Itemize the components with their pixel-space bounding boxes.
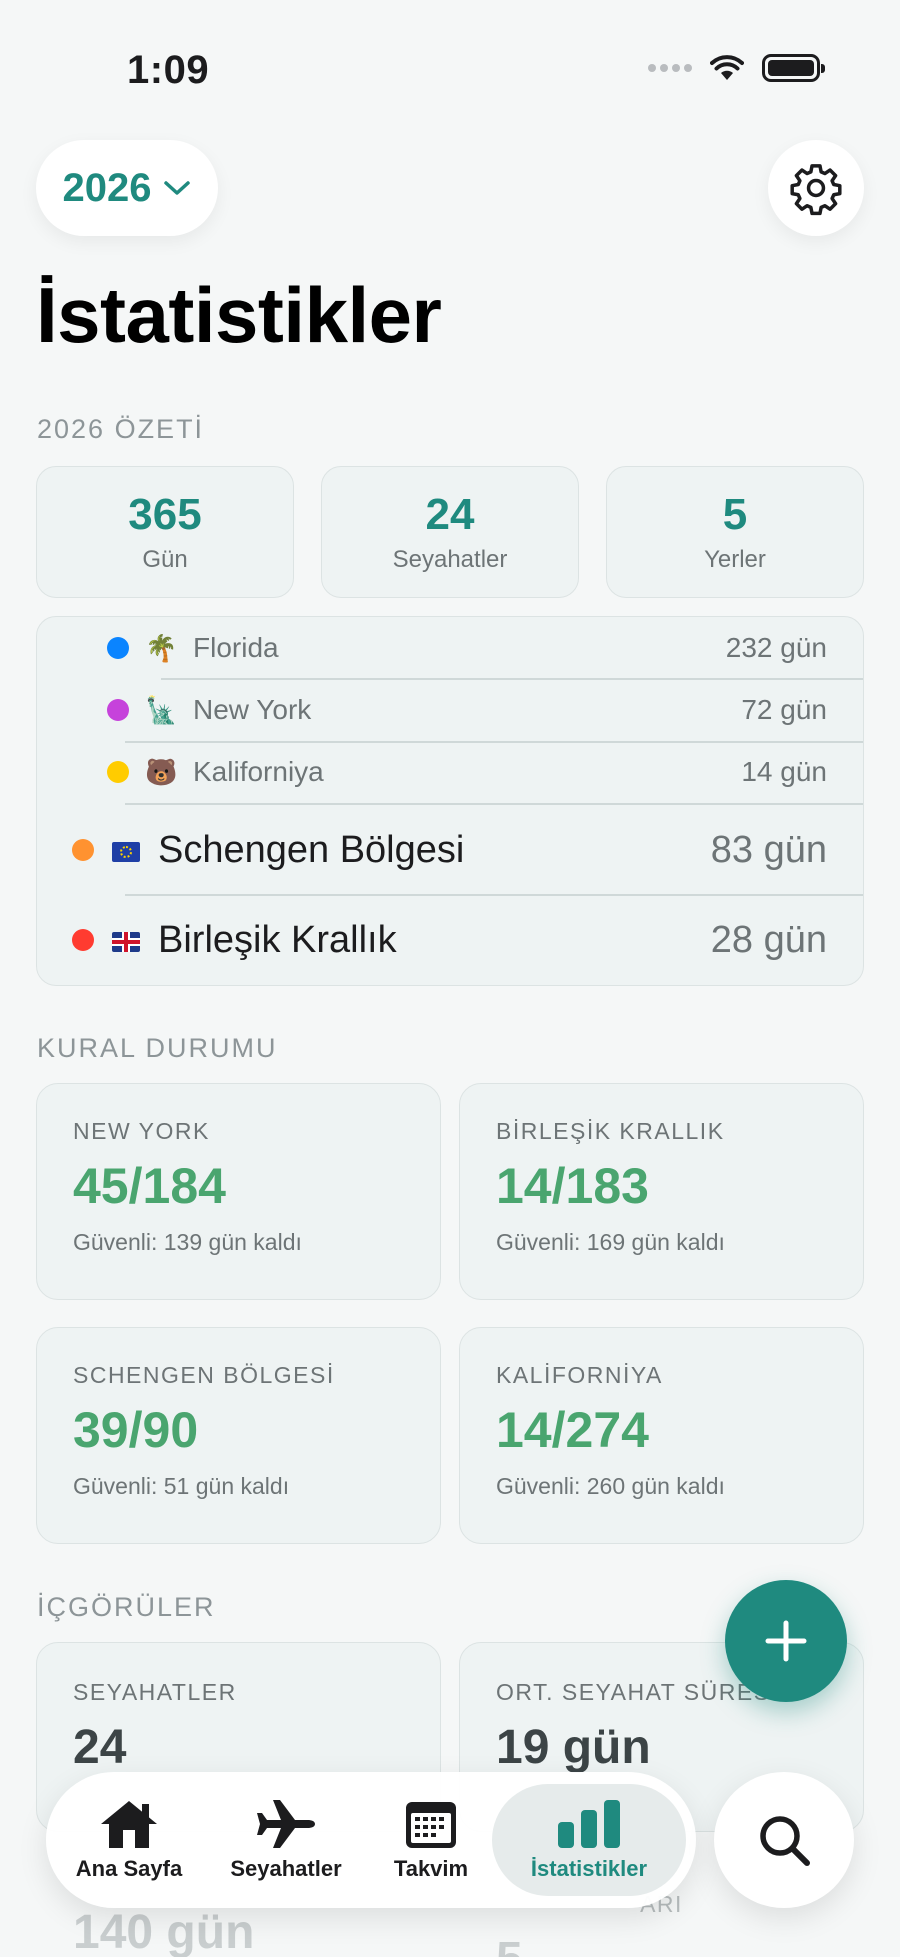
summary-value: 24	[425, 490, 475, 539]
cellular-signal-icon	[648, 64, 692, 72]
rule-card-uk[interactable]: BİRLEŞİK KRALLIK 14/183 Güvenli: 169 gün…	[459, 1083, 864, 1300]
airplane-icon	[257, 1800, 315, 1848]
place-days: 14 gün	[741, 756, 827, 787]
place-row-schengen[interactable]: Schengen Bölgesi 83 gün	[72, 805, 827, 895]
place-row-new-york[interactable]: 🗽 New York 72 gün	[107, 679, 827, 741]
rule-name: KALİFORNİYA	[496, 1362, 663, 1388]
status-time: 1:09	[127, 48, 210, 92]
place-row-kaliforniya[interactable]: 🐻 Kaliforniya 14 gün	[107, 741, 827, 803]
tab-label: Takvim	[393, 1856, 469, 1881]
color-dot	[72, 839, 94, 861]
rule-note: Güvenli: 260 gün kaldı	[496, 1473, 725, 1499]
palm-tree-icon: 🌴	[145, 632, 178, 663]
calendar-icon	[406, 1802, 456, 1848]
place-days: 28 gün	[710, 918, 827, 961]
wifi-icon	[710, 55, 744, 80]
eu-flag-icon	[110, 835, 142, 866]
rule-value: 45/184	[73, 1158, 226, 1214]
insight-value: 19 gün	[496, 1721, 651, 1774]
summary-value: 5	[722, 490, 748, 539]
rule-card-schengen[interactable]: SCHENGEN BÖLGESİ 39/90 Güvenli: 51 gün k…	[36, 1327, 441, 1544]
color-dot	[107, 699, 129, 721]
insight-value: 5	[496, 1932, 827, 1957]
rule-name: NEW YORK	[73, 1118, 210, 1144]
place-row-florida[interactable]: 🌴 Florida 232 gün	[107, 617, 827, 679]
year-picker-label: 2026	[62, 165, 152, 210]
battery-icon	[762, 54, 825, 82]
bear-icon: 🐻	[145, 756, 178, 787]
tab-bar: Ana Sayfa Seyahatler Takvim İstatistikle…	[46, 1772, 696, 1908]
page-title: İstatistikler	[36, 271, 442, 359]
search-button[interactable]	[714, 1772, 854, 1908]
rule-card-new-york[interactable]: NEW YORK 45/184 Güvenli: 139 gün kaldı	[36, 1083, 441, 1300]
place-name: New York	[193, 694, 312, 725]
gear-icon	[790, 164, 842, 216]
summary-value: 365	[128, 490, 202, 539]
tab-home[interactable]: Ana Sayfa	[64, 1784, 194, 1896]
color-dot	[72, 929, 94, 951]
year-picker[interactable]: 2026	[36, 140, 218, 236]
tab-statistics[interactable]: İstatistikler	[492, 1784, 686, 1896]
place-name: Birleşik Krallık	[158, 918, 397, 961]
rule-value: 14/183	[496, 1158, 649, 1214]
place-days: 232 gün	[725, 632, 827, 663]
place-name: Florida	[193, 632, 279, 663]
summary-card-places: 5 Yerler	[606, 466, 864, 598]
house-icon	[101, 1801, 157, 1848]
place-name: Schengen Bölgesi	[158, 828, 465, 871]
color-dot	[107, 761, 129, 783]
summary-label: Gün	[142, 546, 188, 573]
insights-section-label: İÇGÖRÜLER	[37, 1592, 216, 1622]
rule-value: 39/90	[73, 1402, 199, 1458]
insight-value: 140 gün	[73, 1906, 255, 1957]
bar-chart-icon	[558, 1800, 620, 1848]
place-row-uk[interactable]: Birleşik Krallık 28 gün	[72, 895, 827, 985]
rule-note: Güvenli: 169 gün kaldı	[496, 1229, 725, 1255]
rule-value: 14/274	[496, 1402, 649, 1458]
status-icons	[648, 54, 825, 82]
summary-card-trips: 24 Seyahatler	[321, 466, 579, 598]
place-days: 72 gün	[741, 694, 827, 725]
place-name: Kaliforniya	[193, 756, 324, 787]
insight-value: 24	[73, 1721, 127, 1774]
tab-label: Ana Sayfa	[75, 1856, 183, 1881]
summary-label: Seyahatler	[392, 546, 508, 573]
places-breakdown-card: 🌴 Florida 232 gün 🗽 New York 72 gün 🐻 Ka…	[36, 616, 864, 986]
summary-label: Yerler	[704, 546, 766, 573]
uk-flag-icon	[110, 925, 142, 956]
rule-note: Güvenli: 51 gün kaldı	[73, 1473, 290, 1499]
rule-card-kaliforniya[interactable]: KALİFORNİYA 14/274 Güvenli: 260 gün kald…	[459, 1327, 864, 1544]
tab-calendar[interactable]: Takvim	[376, 1784, 486, 1896]
color-dot	[107, 637, 129, 659]
tab-label: İstatistikler	[530, 1856, 648, 1881]
add-trip-button[interactable]	[725, 1580, 847, 1702]
summary-row: 365 Gün 24 Seyahatler 5 Yerler	[36, 466, 864, 598]
status-bar: 1:09	[0, 0, 900, 120]
rules-grid: NEW YORK 45/184 Güvenli: 139 gün kaldı B…	[36, 1083, 864, 1544]
statue-of-liberty-icon: 🗽	[145, 694, 178, 725]
settings-button[interactable]	[768, 140, 864, 236]
chevron-down-icon	[164, 181, 191, 195]
tab-trips[interactable]: Seyahatler	[206, 1784, 366, 1896]
place-days: 83 gün	[710, 828, 827, 871]
search-icon	[760, 1816, 810, 1866]
rule-name: SCHENGEN BÖLGESİ	[73, 1362, 335, 1388]
rules-section-label: KURAL DURUMU	[37, 1033, 278, 1063]
insight-name: SEYAHATLER	[73, 1679, 237, 1705]
rule-name: BİRLEŞİK KRALLIK	[496, 1118, 725, 1144]
summary-card-days: 365 Gün	[36, 466, 294, 598]
tab-label: Seyahatler	[230, 1856, 342, 1881]
rule-note: Güvenli: 139 gün kaldı	[73, 1229, 302, 1255]
plus-icon	[765, 1620, 807, 1662]
summary-section-label: 2026 ÖZETİ	[37, 414, 205, 444]
